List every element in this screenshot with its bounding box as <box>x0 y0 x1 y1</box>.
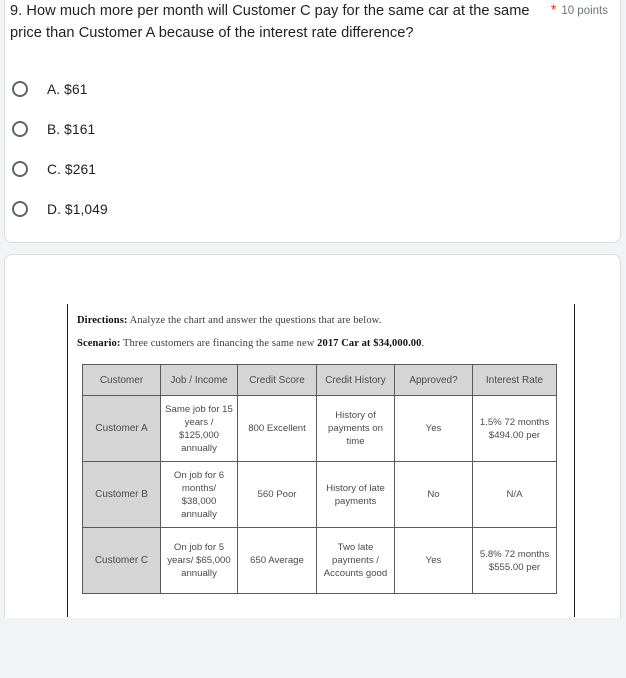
cell-approved: Yes <box>394 527 473 594</box>
option-row-d[interactable]: D. $1,049 <box>12 189 620 229</box>
option-row-b[interactable]: B. $161 <box>12 109 620 149</box>
cell-interest-rate: 5.8% 72 months $555.00 per <box>472 527 557 594</box>
worksheet-image: Directions: Analyze the chart and answer… <box>62 304 576 634</box>
question-card: 9. How much more per month will Customer… <box>4 0 621 243</box>
column-header-customer: Customer <box>82 364 161 396</box>
option-label-c: C. $261 <box>47 161 97 177</box>
cell-interest-rate: 1.5% 72 months $494.00 per <box>472 395 557 462</box>
question-points-group: * 10 points <box>551 1 608 17</box>
required-asterisk-icon: * <box>550 1 557 17</box>
cell-credit-score: 560 Poor <box>237 461 317 528</box>
table-header-row: Customer Job / Income Credit Score Credi… <box>82 364 557 396</box>
directions-label: Directions: <box>77 315 128 326</box>
radio-button-icon-d[interactable] <box>12 201 28 217</box>
option-row-a[interactable]: A. $61 <box>12 69 620 109</box>
table-header: Customer Job / Income Credit Score Credi… <box>82 364 557 396</box>
cell-job-income: Same job for 15 years / $125,000 annuall… <box>160 395 238 462</box>
question-header: 9. How much more per month will Customer… <box>5 1 620 44</box>
cell-customer: Customer C <box>82 527 161 594</box>
table-row: Customer A Same job for 15 years / $125,… <box>82 395 557 462</box>
option-label-a: A. $61 <box>47 81 88 97</box>
question-title: 9. How much more per month will Customer… <box>10 3 530 41</box>
directions-line: Directions: Analyze the chart and answer… <box>77 315 381 326</box>
option-row-c[interactable]: C. $261 <box>12 149 620 189</box>
attachment-card: Directions: Analyze the chart and answer… <box>4 254 621 654</box>
scenario-text-after: . <box>421 338 425 349</box>
viewport-bottom-mask <box>0 618 626 678</box>
directions-text: Analyze the chart and answer the questio… <box>127 315 382 326</box>
cell-customer: Customer B <box>82 461 161 528</box>
scenario-text-before: Three customers are financing the same n… <box>120 338 318 349</box>
cell-credit-history: History of payments on time <box>316 395 395 462</box>
cell-credit-score: 650 Average <box>237 527 317 594</box>
cell-approved: No <box>394 461 473 528</box>
radio-button-icon-b[interactable] <box>12 121 28 137</box>
option-label-b: B. $161 <box>47 121 96 137</box>
column-header-credit-score: Credit Score <box>237 364 317 396</box>
worksheet-right-rule <box>574 304 575 617</box>
answer-options-list: A. $61 B. $161 C. $261 D. $1,049 <box>5 69 620 229</box>
scenario-line: Scenario: Three customers are financing … <box>77 338 424 349</box>
column-header-credit-history: Credit History <box>316 364 395 396</box>
table-row: Customer B On job for 6 months/ $38,000 … <box>82 461 557 528</box>
option-label-d: D. $1,049 <box>47 201 108 217</box>
cell-interest-rate: N/A <box>472 461 557 528</box>
cell-job-income: On job for 5 years/ $65,000 annually <box>160 527 238 594</box>
cell-credit-history: History of late payments <box>316 461 395 528</box>
column-header-approved: Approved? <box>394 364 473 396</box>
column-header-job-income: Job / Income <box>160 364 238 396</box>
cell-customer: Customer A <box>82 395 161 462</box>
radio-button-icon-a[interactable] <box>12 81 28 97</box>
cell-approved: Yes <box>394 395 473 462</box>
cell-credit-history: Two late payments / Accounts good <box>316 527 395 594</box>
points-label: 10 points <box>561 5 608 17</box>
cell-credit-score: 800 Excellent <box>237 395 317 462</box>
table-row: Customer C On job for 5 years/ $65,000 a… <box>82 527 557 594</box>
table-body: Customer A Same job for 15 years / $125,… <box>82 395 557 594</box>
question-card-inner: 9. How much more per month will Customer… <box>5 1 620 229</box>
cell-job-income: On job for 6 months/ $38,000 annually <box>160 461 238 528</box>
scenario-label: Scenario: <box>77 338 121 349</box>
scenario-highlight: 2017 Car at $34,000.00 <box>317 338 422 349</box>
financing-comparison-table: Customer Job / Income Credit Score Credi… <box>82 364 557 594</box>
worksheet-left-rule <box>67 304 68 617</box>
column-header-interest-rate: Interest Rate <box>472 364 557 396</box>
radio-button-icon-c[interactable] <box>12 161 28 177</box>
